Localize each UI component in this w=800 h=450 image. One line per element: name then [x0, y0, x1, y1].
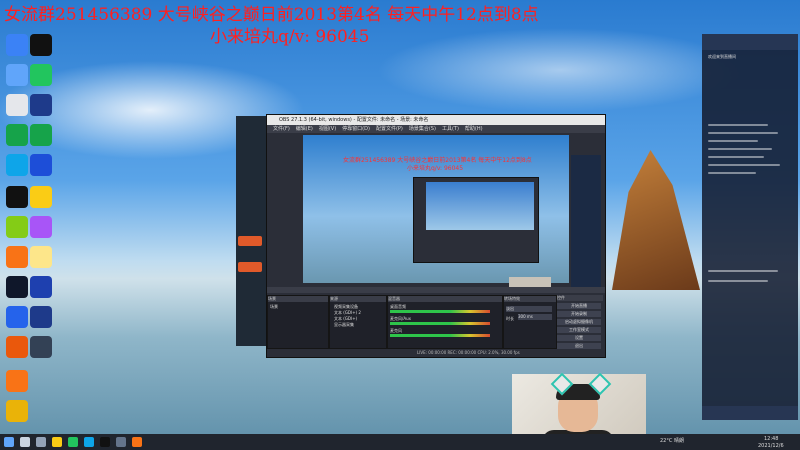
app-icon[interactable]: [6, 400, 28, 422]
scenes-header: 场景: [268, 296, 328, 302]
record-button[interactable]: [238, 262, 262, 272]
app-icon[interactable]: [30, 336, 52, 358]
edge-icon[interactable]: [6, 154, 28, 176]
nested-obs-capture: [413, 177, 539, 263]
obs-taskbar-icon[interactable]: [100, 437, 110, 447]
chat-header: [702, 34, 798, 50]
file-explorer-icon[interactable]: [52, 437, 62, 447]
app-icon[interactable]: [30, 186, 52, 208]
app-taskbar-icon[interactable]: [132, 437, 142, 447]
menu-file[interactable]: 文件(F): [273, 126, 290, 132]
chat-message: [708, 172, 756, 174]
nested-preview: [426, 182, 534, 230]
weather-widget[interactable]: 22°C 晴朗: [660, 437, 684, 444]
chat-footer: [702, 406, 798, 420]
chat-message: [708, 140, 758, 142]
recycle-bin-icon[interactable]: [6, 34, 28, 56]
scene-item[interactable]: 场景: [270, 304, 278, 310]
streaming-app-sidebar: [236, 116, 266, 346]
search-icon[interactable]: [20, 437, 30, 447]
sources-panel: 来源 视频采集设备 文本 (GDI+) 2 文本 (GDI+) 显示器采集: [329, 295, 387, 349]
app-icon[interactable]: [6, 64, 28, 86]
audio-meter: [390, 310, 490, 313]
app-icon[interactable]: [6, 94, 28, 116]
transition-select[interactable]: 淡出: [506, 306, 552, 312]
clock-date[interactable]: 2021/12/6: [758, 443, 784, 449]
app-icon[interactable]: [30, 94, 52, 116]
obs-preview[interactable]: 女流群251456389 大号峡谷之巅日前2013第4名 每天中午12点到8点 …: [303, 135, 601, 303]
studio-mode-button[interactable]: 工作室模式: [557, 327, 601, 333]
menu-docks[interactable]: 停靠窗口(D): [342, 126, 370, 132]
duration-input[interactable]: 300 ms: [518, 314, 552, 320]
transitions-panel: 转场特效 淡出 时长 300 ms: [503, 295, 557, 349]
clock-time[interactable]: 12:48: [764, 436, 778, 442]
obs-studio-icon[interactable]: [6, 186, 28, 208]
obs-status-bar: LIVE: 00:00:00 REC: 00:00:00 CPU: 2.0%, …: [417, 350, 520, 355]
mixer-panel: 混音器 桌面音频 麦克风/Aux 麦克风: [387, 295, 503, 349]
chat-message: [708, 124, 768, 126]
live-button[interactable]: [238, 236, 262, 246]
duration-label: 时长: [506, 316, 514, 321]
app-taskbar-icon[interactable]: [116, 437, 126, 447]
menu-tools[interactable]: 工具(T): [442, 126, 459, 132]
obs-docks: 场景 场景 来源 视频采集设备 文本 (GDI+) 2 文本 (GDI+) 显示…: [267, 287, 605, 357]
obs-title-bar: OBS 27.1.3 (64-bit, windows) - 配置文件: 未命名…: [267, 115, 605, 125]
app-icon[interactable]: [6, 216, 28, 238]
start-icon[interactable]: [4, 437, 14, 447]
source-item[interactable]: 显示器采集: [334, 322, 354, 328]
chat-message: [708, 132, 778, 134]
audio-meter: [390, 334, 490, 337]
qq-icon[interactable]: [30, 34, 52, 56]
chat-message: [708, 270, 778, 272]
preview-chat-panel: [571, 155, 601, 303]
menu-scene-collection[interactable]: 场景集合(S): [409, 126, 436, 132]
chat-notice: 欢迎来到直播间: [708, 54, 736, 59]
docks-header: [267, 287, 605, 293]
start-recording-button[interactable]: 开始录制: [557, 311, 601, 317]
app-icon[interactable]: [30, 124, 52, 146]
virtual-camera-button[interactable]: 启动虚拟摄像机: [557, 319, 601, 325]
app-icon[interactable]: [30, 246, 52, 268]
start-streaming-button[interactable]: 开始直播: [557, 303, 601, 309]
exit-button[interactable]: 退出: [557, 343, 601, 349]
obs-window: OBS 27.1.3 (64-bit, windows) - 配置文件: 未命名…: [266, 114, 606, 358]
chat-message: [708, 280, 768, 282]
preview-overlay-text-2: 小来培丸q/v: 96045: [407, 165, 464, 172]
app-icon[interactable]: [30, 306, 52, 328]
transitions-header: 转场特效: [504, 296, 556, 302]
menu-profile[interactable]: 配置文件(P): [376, 126, 403, 132]
chat-message: [708, 164, 780, 166]
app-icon[interactable]: [6, 370, 28, 392]
chat-message: [708, 148, 772, 150]
streaming-app-logo: [236, 116, 266, 132]
ie-icon[interactable]: [30, 154, 52, 176]
app-icon[interactable]: [6, 336, 28, 358]
menu-edit[interactable]: 编辑(E): [296, 126, 313, 132]
edge-icon[interactable]: [84, 437, 94, 447]
chat-message: [708, 156, 764, 158]
sources-header: 来源: [330, 296, 386, 302]
app-icon[interactable]: [30, 216, 52, 238]
app-icon[interactable]: [30, 64, 52, 86]
shield-icon[interactable]: [6, 306, 28, 328]
steam-icon[interactable]: [6, 276, 28, 298]
app-icon[interactable]: [6, 246, 28, 268]
menu-help[interactable]: 帮助(H): [465, 126, 483, 132]
stream-overlay-text-2: 小来培丸q/v: 96045: [210, 27, 370, 47]
task-view-icon[interactable]: [36, 437, 46, 447]
nvidia-icon[interactable]: [6, 124, 28, 146]
mixer-header: 混音器: [388, 296, 502, 302]
obs-title-text: OBS 27.1.3 (64-bit, windows) - 配置文件: 未命名…: [279, 117, 429, 123]
controls-header: 控件: [557, 295, 603, 301]
danmaku-chat-panel: 欢迎来到直播间: [702, 34, 798, 420]
scenes-panel: 场景 场景: [267, 295, 329, 349]
app-icon[interactable]: [30, 276, 52, 298]
chrome-icon[interactable]: [68, 437, 78, 447]
menu-view[interactable]: 视图(V): [319, 126, 336, 132]
settings-button[interactable]: 设置: [557, 335, 601, 341]
obs-menu-bar: 文件(F) 编辑(E) 视图(V) 停靠窗口(D) 配置文件(P) 场景集合(S) 工具(T…: [267, 125, 605, 133]
audio-meter: [390, 322, 490, 325]
